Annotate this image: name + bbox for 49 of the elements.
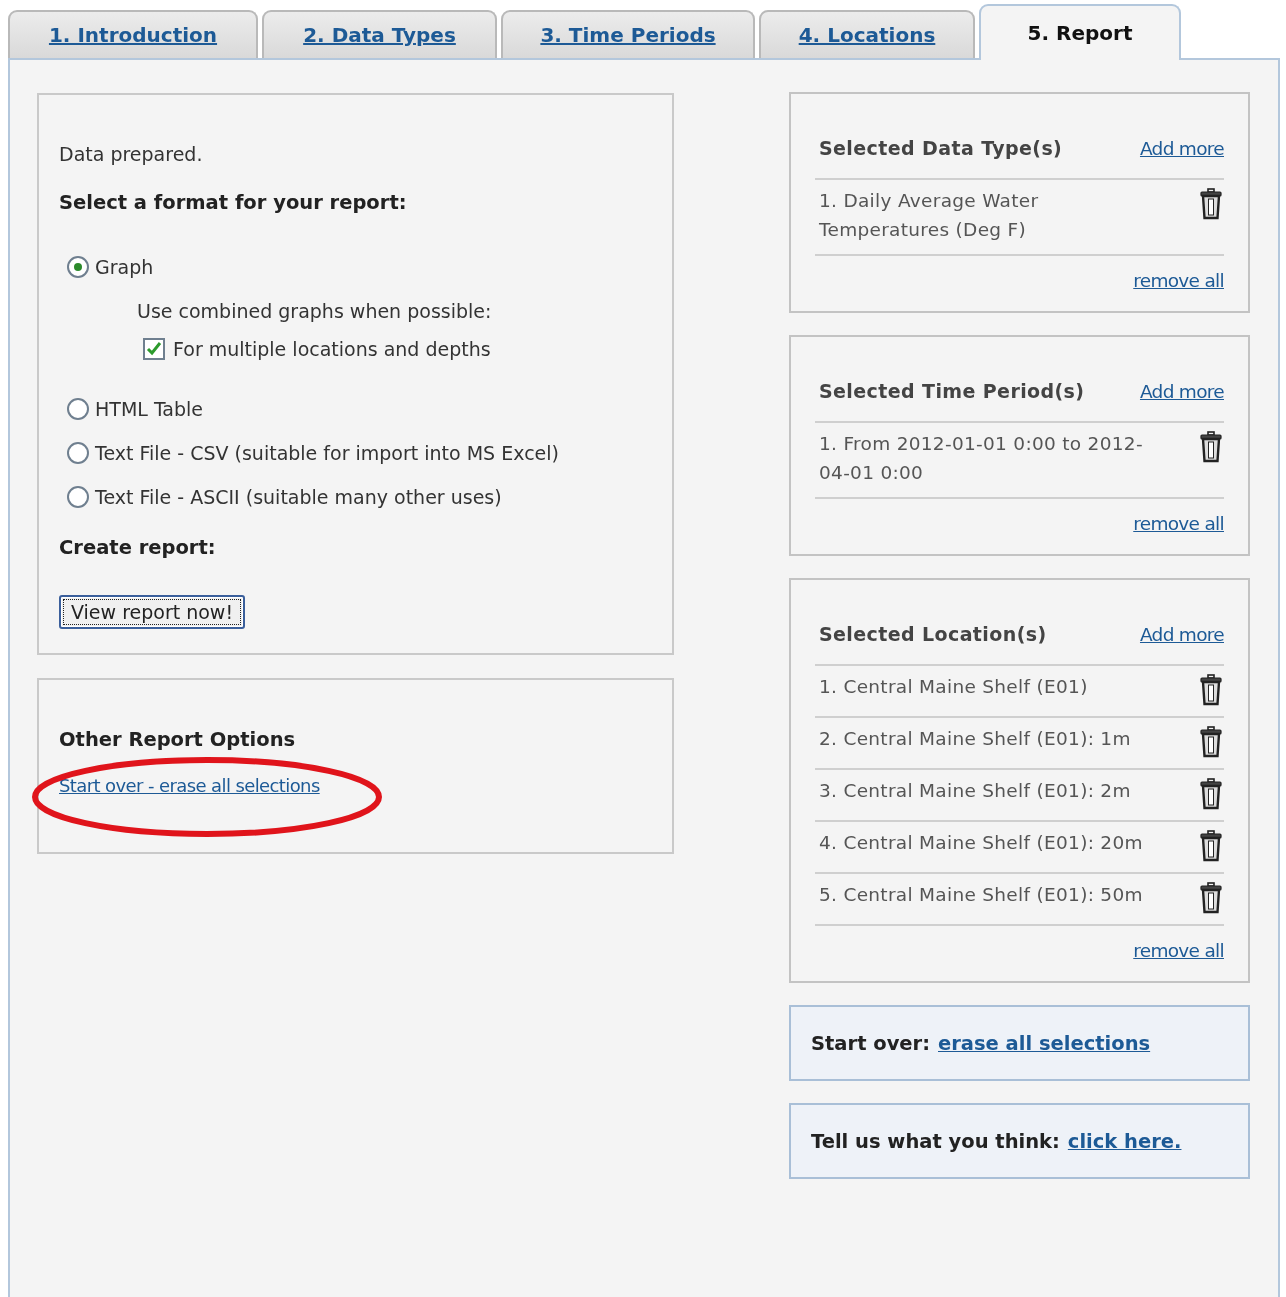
tab[interactable]: 2. Data Types	[262, 10, 497, 58]
tab[interactable]: 3. Time Periods	[501, 10, 755, 58]
add-more-link[interactable]: Add more	[1139, 137, 1224, 159]
start-over-link[interactable]: Start over - erase all selections	[59, 775, 320, 796]
box-title: Selected Data Type(s)	[819, 135, 1064, 161]
status-text: Data prepared.	[59, 143, 204, 165]
radio-label: HTML Table	[95, 398, 204, 420]
selection-item: 4. Central Maine Shelf (E01): 20m	[819, 831, 1144, 855]
view-report-button[interactable]: View report now!	[59, 595, 246, 629]
radio-label: Text File - ASCII (suitable many other uses)	[95, 486, 502, 508]
box-title: Selected Location(s)	[819, 621, 1048, 647]
checkbox[interactable]	[143, 338, 165, 360]
tab[interactable]: 4. Locations	[759, 10, 975, 58]
trash-icon[interactable]	[1200, 726, 1222, 758]
section-heading: Select a format for your report:	[59, 191, 408, 214]
remove-all-link[interactable]: remove all	[1133, 270, 1224, 291]
checkbox-label: For multiple locations and depths	[173, 338, 491, 360]
trash-icon[interactable]	[1200, 674, 1222, 706]
feedback-link[interactable]: click here.	[1067, 1129, 1182, 1153]
erase-selections-link[interactable]: erase all selections	[938, 1031, 1151, 1055]
option-label: Use combined graphs when possible:	[137, 300, 493, 322]
remove-all-link[interactable]: remove all	[1133, 940, 1224, 961]
radio-label: Text File - CSV (suitable for import into MS Excel)	[95, 442, 559, 464]
trash-icon[interactable]	[1200, 778, 1222, 810]
trash-icon[interactable]	[1200, 431, 1222, 463]
add-more-link[interactable]: Add more	[1139, 623, 1224, 645]
radio-button[interactable]	[67, 442, 89, 464]
trash-icon[interactable]	[1200, 882, 1222, 914]
trash-icon[interactable]	[1200, 188, 1222, 220]
tab[interactable]: 5. Report	[979, 4, 1181, 60]
radio-button[interactable]	[67, 486, 89, 508]
radio-label: Graph	[95, 256, 154, 278]
section-heading: Create report:	[59, 536, 217, 559]
remove-all-link[interactable]: remove all	[1133, 513, 1224, 534]
selection-item: 3. Central Maine Shelf (E01): 2m	[819, 779, 1132, 803]
selection-item: 1. Daily Average Water Temperatures (Deg F)	[819, 189, 1040, 242]
selection-item: 2. Central Maine Shelf (E01): 1m	[819, 727, 1132, 751]
selection-item: 1. Central Maine Shelf (E01)	[819, 675, 1089, 699]
tab[interactable]: 1. Introduction	[8, 10, 258, 58]
add-more-link[interactable]: Add more	[1139, 380, 1224, 402]
section-heading: Other Report Options	[59, 728, 297, 751]
radio-button[interactable]	[67, 398, 89, 420]
selection-item: 1. From 2012-01-01 0:00 to 2012-04-01 0:00	[819, 432, 1144, 485]
box-title: Selected Time Period(s)	[819, 378, 1086, 404]
trash-icon[interactable]	[1200, 830, 1222, 862]
selection-item: 5. Central Maine Shelf (E01): 50m	[819, 883, 1144, 907]
info-label: Tell us what you think:	[811, 1129, 1060, 1153]
radio-button[interactable]	[67, 256, 89, 278]
info-label: Start over:	[811, 1031, 930, 1055]
